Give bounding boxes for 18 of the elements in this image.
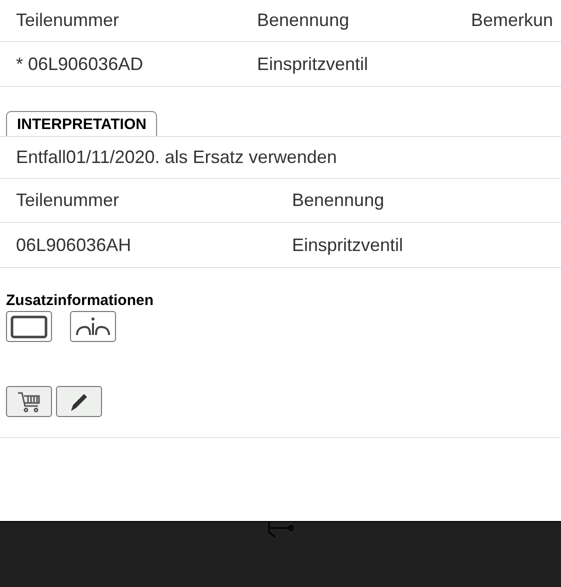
edit-button[interactable] [56, 386, 102, 417]
frame-icon [10, 314, 48, 338]
info-icon-button[interactable] [70, 311, 116, 342]
cart-button[interactable] [6, 386, 52, 417]
interpretation-tab[interactable]: INTERPRETATION [6, 111, 158, 136]
table-cell-text: 06L906036AH [16, 234, 132, 256]
section-title: Zusatzinformationen [6, 292, 155, 309]
column-header: Bemerkun [471, 10, 554, 31]
table-cell-text: * 06L906036AD [16, 54, 144, 74]
column-header: Benennung [292, 190, 386, 211]
table-cell-text: Einspritzventil [257, 54, 370, 74]
column-header: Benennung [257, 10, 350, 31]
replacement-note: Entfall01/11/2020. als Ersatz verwenden [16, 147, 337, 168]
table-cell-text: Einspritzventil [292, 234, 404, 256]
column-header: Teilenummer [16, 190, 120, 211]
frame-icon-button[interactable] [6, 311, 52, 342]
column-header: Teilenummer [16, 10, 120, 31]
cart-icon [16, 390, 42, 414]
